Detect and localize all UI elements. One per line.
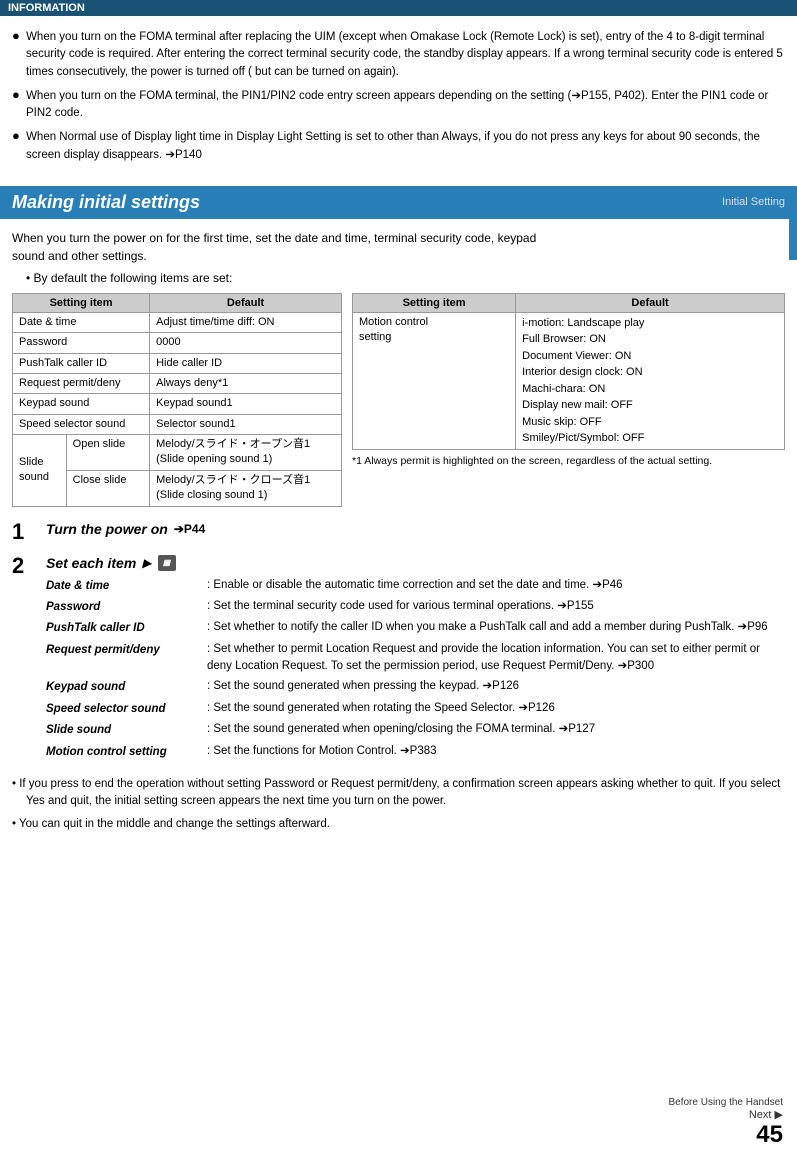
step-1-number: 1 <box>12 521 40 543</box>
step-1-ref: ➔P44 <box>174 522 205 536</box>
col-default: Default <box>150 293 342 312</box>
step2-item: Motion control setting: Set the function… <box>46 743 785 761</box>
step2-item: PushTalk caller ID: Set whether to notif… <box>46 619 785 637</box>
step-2-label: Set each item <box>46 555 136 571</box>
menu-icon: ▦ <box>158 555 176 571</box>
table-row: Password0000 <box>13 333 342 353</box>
info-section: ● When you turn on the FOMA terminal aft… <box>0 22 797 176</box>
bottom-bullet: • If you press to end the operation with… <box>12 776 785 811</box>
col-default-right: Default <box>516 293 785 312</box>
step-2-title: Set each item ▶ ▦ <box>46 555 785 571</box>
table-row: Motion controlsettingi-motion: Landscape… <box>353 312 785 449</box>
footer-next: Next ▶ <box>668 1108 783 1121</box>
info-banner: INFORMATION <box>0 0 797 16</box>
step2-item: Password: Set the terminal security code… <box>46 598 785 616</box>
page-number: 45 <box>668 1121 783 1149</box>
col-setting-item-right: Setting item <box>353 293 516 312</box>
step2-item: Date & time: Enable or disable the autom… <box>46 577 785 595</box>
step-1: 1 Turn the power on ➔P44 <box>12 521 785 543</box>
settings-table-left: Setting itemDefault Date & timeAdjust ti… <box>12 293 342 507</box>
section-header: Making initial settings Initial Setting <box>0 186 797 219</box>
footer: Before Using the Handset Next ▶ 45 <box>668 1096 783 1149</box>
step2-item: Speed selector sound: Set the sound gene… <box>46 700 785 718</box>
table-row: Speed selector soundSelector sound1 <box>13 414 342 434</box>
info-bullet-2: ● When you turn on the FOMA terminal, th… <box>12 85 785 123</box>
bottom-bullets: • If you press to end the operation with… <box>12 776 785 834</box>
step2-item: Keypad sound: Set the sound generated wh… <box>46 678 785 696</box>
intro-text: When you turn the power on for the first… <box>12 229 785 265</box>
step-2-number: 2 <box>12 555 40 577</box>
sidebar-accent <box>789 200 797 260</box>
step-1-title: Turn the power on ➔P44 <box>46 521 785 537</box>
settings-table-right: Setting item Default Motion controlsetti… <box>352 293 785 507</box>
bottom-bullet: • You can quit in the middle and change … <box>12 816 785 833</box>
step2-item: Request permit/deny: Set whether to perm… <box>46 641 785 676</box>
info-bullet-3: ● When Normal use of Display light time … <box>12 126 785 164</box>
table-row: Keypad soundKeypad sound1 <box>13 394 342 414</box>
table-footnote: *1 Always permit is highlighted on the s… <box>352 454 785 469</box>
intro-bullet: • By default the following items are set… <box>12 271 785 285</box>
table-row: Request permit/denyAlways deny*1 <box>13 373 342 393</box>
section-title: Making initial settings <box>12 192 200 213</box>
section-subtitle: Initial Setting <box>722 196 785 208</box>
step-1-label: Turn the power on <box>46 521 168 537</box>
table-row: Date & timeAdjust time/time diff: ON <box>13 312 342 332</box>
info-bullet-1: ● When you turn on the FOMA terminal aft… <box>12 26 785 81</box>
table-row: PushTalk caller IDHide caller ID <box>13 353 342 373</box>
step-2: 2 Set each item ▶ ▦ Date & time: Enable … <box>12 555 785 764</box>
step-2-arrow: ▶ <box>142 556 151 570</box>
footer-before-using: Before Using the Handset <box>668 1096 783 1108</box>
step2-item: Slide sound: Set the sound generated whe… <box>46 721 785 739</box>
table-row: SlidesoundOpen slideMelody/スライド・オープン音1(S… <box>13 435 342 471</box>
col-setting-item: Setting item <box>13 293 150 312</box>
